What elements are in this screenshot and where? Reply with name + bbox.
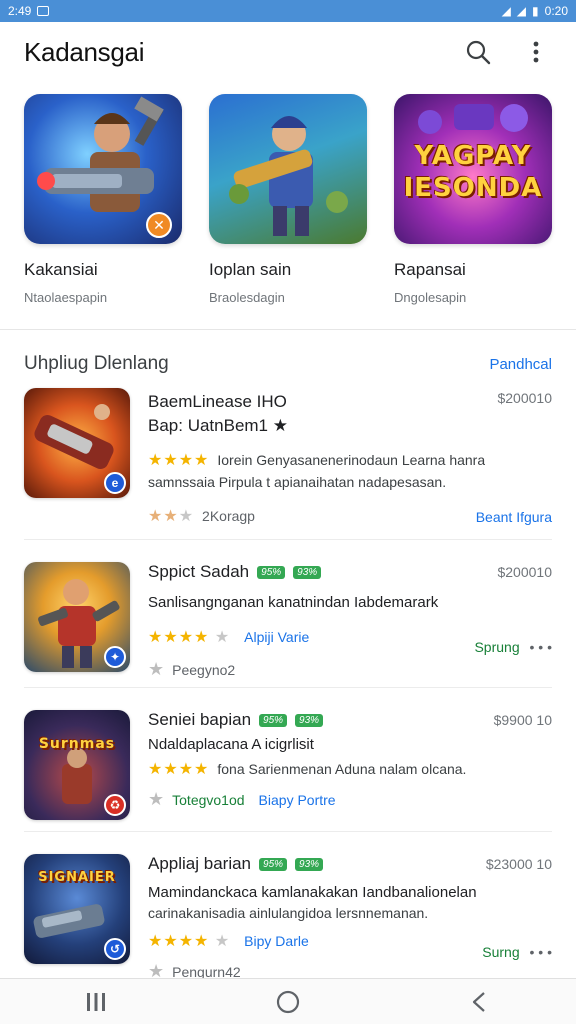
app-tag: 93% [293, 565, 322, 579]
list-item[interactable]: Surnmas ♻ Seniei bapian 95% 93% $9900 10… [24, 688, 552, 832]
app-icon[interactable]: e [24, 388, 130, 498]
app-icon[interactable]: SIGNAIER ↺ [24, 854, 130, 964]
featured-card[interactable]: ✕ Kakansiai Ntaolaespapin [24, 94, 182, 305]
app-price: $23000 10 [485, 856, 552, 872]
app-bar: Kadansgai [0, 22, 576, 82]
app-description-2: fona Sarienmenan Aduna nalam olcana. [217, 761, 467, 777]
app-subtitle: Bap: UatnBem1 ★ [148, 416, 288, 435]
app-icon[interactable]: ✦ [24, 562, 130, 672]
featured-name: Rapansai [394, 260, 466, 279]
app-title-row: Sppict Sadah 95% 93% [148, 562, 552, 582]
featured-subtitle: Dngolesapin [394, 290, 467, 305]
app-meta: Peegyno2 [172, 661, 236, 678]
app-meta: 2Koragp [202, 508, 255, 524]
app-price: $9900 10 [493, 712, 552, 728]
star-outline-icon[interactable]: ★ [148, 659, 164, 680]
home-icon[interactable] [268, 982, 308, 1022]
app-description: Ndaldaplacana A icigrlisit [148, 736, 314, 753]
rating-stars: ★★★★ [148, 452, 210, 469]
star-outline-icon[interactable]: ★ [148, 789, 164, 810]
more-horiz-icon[interactable]: • • • [530, 944, 552, 960]
system-nav-bar [0, 978, 576, 1024]
list-item[interactable]: SIGNAIER ↺ Appliaj barian 95% 93% $23000… [24, 832, 552, 982]
app-tag: 95% [257, 565, 286, 579]
app-icon-logo: Surnmas [38, 736, 116, 752]
tools-badge-icon: ✕ [146, 212, 172, 238]
featured-tile-logo: YAGPAY IESONDA [403, 141, 543, 203]
app-corner-badge-icon: ↺ [104, 938, 126, 960]
search-icon[interactable] [462, 36, 494, 68]
section-title: Uhpliug Dlenlang [24, 353, 169, 374]
more-vert-icon[interactable] [520, 36, 552, 68]
wifi-icon: ◢ [516, 4, 527, 18]
featured-tile-image[interactable]: ✕ [24, 94, 182, 244]
rating-stars: ★★★★ [148, 761, 210, 778]
section-see-more-link[interactable]: Pandhcal [489, 356, 552, 373]
app-icon[interactable]: Surnmas ♻ [24, 710, 130, 820]
featured-subtitle: Braolesdagin [209, 290, 285, 305]
app-description: Mamindanckaca kamlanakakan Iandbanalione… [148, 884, 477, 901]
app-description: Iorein Genyasanenerinodaun Learna hanra [217, 452, 486, 468]
rating-stars: ★★★★ ★ [148, 629, 231, 646]
featured-tile-image[interactable]: YAGPAY IESONDA [394, 94, 552, 244]
app-tag: 95% [259, 857, 288, 871]
app-description: Sanlisangnganan kanatnindan Iabdemarark [148, 594, 439, 611]
app-corner-badge-icon: e [104, 472, 126, 494]
signal-icon: ◢ [501, 4, 511, 18]
back-icon[interactable] [460, 982, 500, 1022]
app-link[interactable]: Biapy Portre [259, 792, 336, 808]
app-action-link[interactable]: Beant Ifgura [476, 509, 552, 525]
notification-icon [37, 6, 50, 16]
app-title-row: Seniei bapian 95% 93% [148, 710, 552, 730]
recent-apps-icon[interactable] [76, 982, 116, 1022]
featured-name: Ioplan sain [209, 260, 292, 279]
status-bar: 2:49 ◢ ◢ ▮ 0:20 [0, 0, 576, 22]
app-action-link[interactable]: Surng [482, 944, 519, 960]
app-title: Sppict Sadah [148, 562, 250, 581]
featured-name: Kakansiai [24, 260, 98, 279]
app-meta: Totegvo1od [172, 791, 245, 808]
app-tag: 93% [295, 713, 324, 727]
status-time: 2:49 [8, 4, 32, 18]
app-title: Seniei bapian [148, 710, 252, 729]
app-link[interactable]: Alpiji Varie [244, 629, 309, 645]
app-price: $200010 [497, 390, 552, 406]
featured-card[interactable]: YAGPAY IESONDA Rapansai Dngolesapin [394, 94, 552, 305]
app-tag: 93% [295, 857, 324, 871]
featured-tile-image[interactable] [209, 94, 367, 244]
list-item[interactable]: ✦ Sppict Sadah 95% 93% $200010 Sanlisang… [24, 540, 552, 688]
app-description-2: carinakanisadia ainlulangidoa lersnneman… [148, 905, 429, 921]
status-right-text: 0:20 [544, 4, 568, 18]
app-title: Kadansgai [24, 36, 145, 67]
app-title: Appliaj barian [148, 854, 252, 873]
more-horiz-icon[interactable]: • • • [530, 639, 552, 655]
section-header: Uhpliug Dlenlang Pandhcal [0, 330, 576, 382]
featured-row: ✕ Kakansiai Ntaolaespapin Ioplan sain Br… [0, 82, 576, 305]
app-title: BaemLinease IHO [148, 392, 287, 411]
app-tag: 95% [259, 713, 288, 727]
app-price: $200010 [497, 564, 552, 580]
app-link[interactable]: Bipy Darle [244, 933, 309, 949]
app-corner-badge-icon: ✦ [104, 646, 126, 668]
rating-stars: ★★★★ ★ [148, 933, 231, 950]
featured-card[interactable]: Ioplan sain Braolesdagin [209, 94, 367, 305]
app-action-link[interactable]: Sprung [474, 639, 519, 655]
featured-subtitle: Ntaolaespapin [24, 290, 108, 305]
battery-icon: ▮ [532, 4, 539, 18]
app-icon-logo: SIGNAIER [38, 870, 116, 885]
app-description-2: samnssaia Pirpula t apianaihatan nadapes… [148, 474, 447, 490]
app-list: e BaemLinease IHO Bap: UatnBem1 ★ $20001… [0, 382, 576, 982]
app-corner-badge-icon: ♻ [104, 794, 126, 816]
list-item[interactable]: e BaemLinease IHO Bap: UatnBem1 ★ $20001… [24, 382, 552, 540]
rating-stars: ★★★ [148, 508, 195, 525]
